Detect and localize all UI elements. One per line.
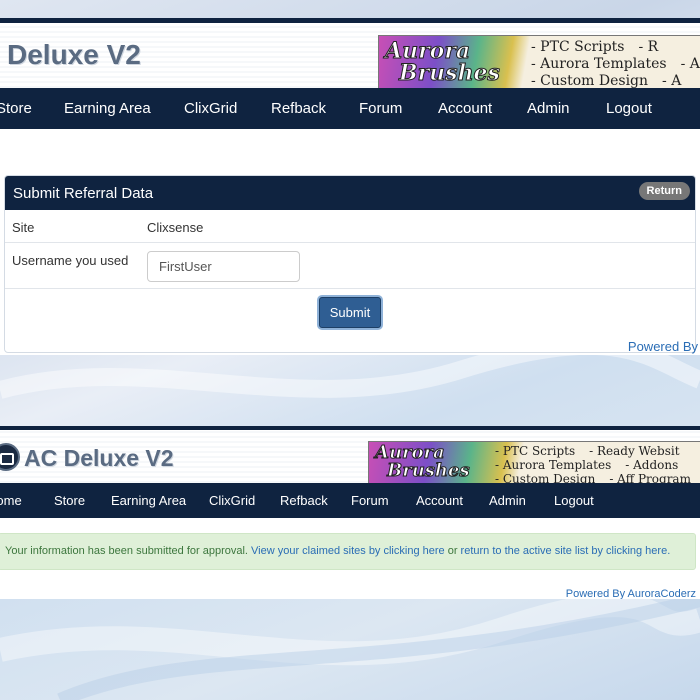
view-claimed-sites-link[interactable]: View your claimed sites by clicking here [251,545,445,557]
aurora-brushes-banner[interactable]: Aurora Brushes - PTC Scripts - Ready Webs… [368,441,700,484]
username-input[interactable] [147,251,300,282]
username-label: Username you used [12,253,129,268]
site-header: Deluxe V2 Aurora Brushes - PTC Scripts - … [0,23,700,89]
panel-title: Submit Referral Data [13,185,154,202]
submit-button[interactable]: Submit [319,297,381,328]
powered-by-link[interactable]: Powered By AuroraCoderz [566,588,696,599]
nav-earning-area[interactable]: Earning Area [64,100,151,117]
site-title: Deluxe V2 [7,39,141,70]
site-label: Site [12,220,35,235]
nav-store[interactable]: Store [54,493,85,508]
banner-feature-list: - PTC Scripts - Ready Websit - Aurora Tem… [495,444,691,484]
nav-store[interactable]: Store [0,100,32,117]
nav-admin[interactable]: Admin [527,100,570,117]
nav-earning-area[interactable]: Earning Area [111,493,186,508]
username-row: Username you used [5,243,695,289]
nav-home[interactable]: Home [0,493,22,508]
submit-row: Submit [5,289,695,349]
return-button[interactable]: Return [638,182,690,200]
screenshot-submission-confirmation: AC Deluxe V2 Aurora Brushes - PTC Script… [0,426,700,599]
site-row: Site Clixsense [5,210,695,243]
nav-logout[interactable]: Logout [606,100,652,117]
success-message: Your information has been submitted for … [5,545,671,557]
banner-brand: Aurora Brushes [375,442,471,481]
nav-clixgrid[interactable]: ClixGrid [209,493,255,508]
powered-by-link[interactable]: Powered By [628,339,698,354]
nav-clixgrid[interactable]: ClixGrid [184,100,237,117]
site-title: AC Deluxe V2 [24,445,174,471]
banner-brand: Aurora Brushes [385,38,501,86]
screenshot-submit-referral: Deluxe V2 Aurora Brushes - PTC Scripts - … [0,18,700,355]
panel-header: Submit Referral Data Return [5,176,695,210]
aurora-brushes-banner[interactable]: Aurora Brushes - PTC Scripts - R - Aurora… [378,35,700,89]
nav-forum[interactable]: Forum [359,100,402,117]
success-alert: Your information has been submitted for … [0,533,696,570]
nav-refback[interactable]: Refback [280,493,328,508]
active-site-list-link[interactable]: return to the active site list by clicki… [461,545,671,557]
banner-feature-list: - PTC Scripts - R - Aurora Templates - A -… [531,39,700,89]
nav-forum[interactable]: Forum [351,493,389,508]
site-value: Clixsense [147,220,204,235]
site-header: AC Deluxe V2 Aurora Brushes - PTC Script… [0,430,700,484]
main-nav: Store Earning Area ClixGrid Refback Foru… [0,88,700,129]
submit-referral-panel: Submit Referral Data Return Site Clixsen… [4,175,696,353]
main-nav: Home Store Earning Area ClixGrid Refback… [0,483,700,518]
nav-account[interactable]: Account [438,100,492,117]
nav-account[interactable]: Account [416,493,463,508]
nav-logout[interactable]: Logout [554,493,594,508]
nav-refback[interactable]: Refback [271,100,326,117]
nav-admin[interactable]: Admin [489,493,526,508]
